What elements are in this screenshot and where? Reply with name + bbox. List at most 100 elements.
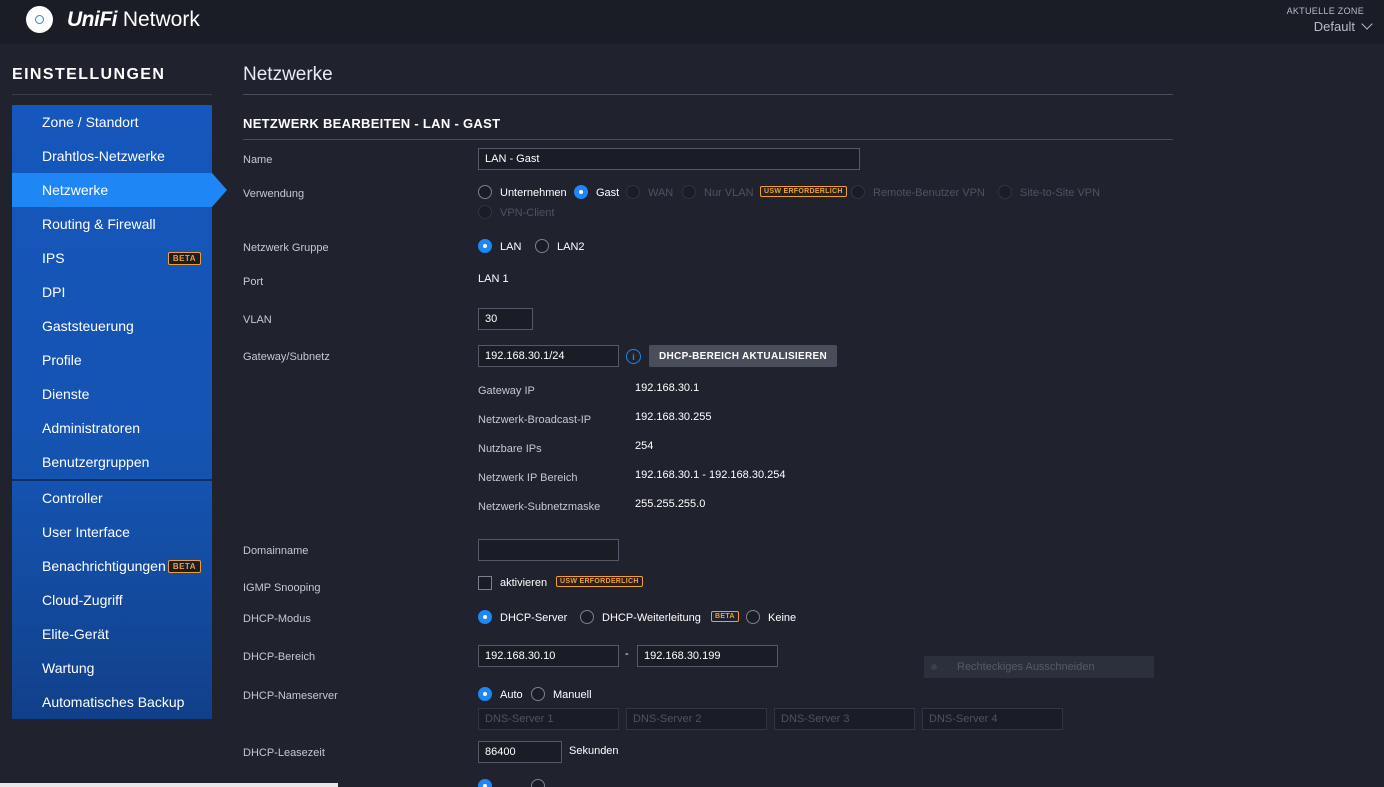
sidebar-item-label: Automatisches Backup [42,694,185,710]
purpose-radio-wan[interactable] [626,185,640,199]
network-group-label: Netzwerk Gruppe [243,242,329,254]
dhcp-mode-label: DHCP-Modus [243,613,311,625]
purpose-remote-vpn-label: Remote-Benutzer VPN [873,187,985,199]
purpose-corporate-label: Unternehmen [500,187,567,199]
sidebar-item-maintenance[interactable]: Wartung [12,651,212,685]
zone-selector[interactable]: Default [1313,18,1373,34]
sidebar-item-label: Profile [42,352,82,368]
usw-required-badge: USW ERFORDERLICH [556,576,643,587]
lease-time-input[interactable]: 86400 [478,741,562,763]
sidebar-item-label: IPS [42,250,65,266]
dot-icon [931,664,937,670]
lease-time-label: DHCP-Leasezeit [243,747,325,759]
igmp-checkbox[interactable] [478,576,492,590]
sidebar-divider [12,94,212,95]
sidebar-item-label: Netzwerke [42,182,109,198]
sidebar-item-label: Benachrichtigungen [42,558,166,574]
purpose-radio-site-vpn[interactable] [998,185,1012,199]
sidebar-item-routing[interactable]: Routing & Firewall [12,207,212,241]
page-title: Netzwerke [243,64,333,85]
purpose-radio-remote-vpn[interactable] [851,185,865,199]
lease-time-unit: Sekunden [569,745,619,757]
gateway-label: Gateway/Subnetz [243,351,330,363]
purpose-radio-vpn-client[interactable] [478,205,492,219]
sidebar-item-networks[interactable]: Netzwerke [12,173,227,207]
domain-input[interactable] [478,539,619,561]
zone-label: AKTUELLE ZONE [1286,6,1364,16]
purpose-vpn-client-label: VPN-Client [500,207,555,219]
next-row-radio-2[interactable] [531,779,545,787]
sidebar-item-dpi[interactable]: DPI [12,275,212,309]
next-row-radio[interactable] [478,779,492,787]
sidebar-item-user-groups[interactable]: Benutzergruppen [12,445,212,479]
sidebar-item-services[interactable]: Dienste [12,377,212,411]
port-value: LAN 1 [478,273,509,285]
dhcp-mode-radio-none[interactable] [746,610,760,624]
sidebar-group-controller: Controller User Interface Benachrichtigu… [12,481,212,719]
ghost-tooltip-text: Rechteckiges Ausschneiden [957,661,1095,673]
usable-ips-value: 254 [635,440,654,452]
broadcast-ip-value: 192.168.30.255 [635,411,712,423]
sidebar-item-auto-backup[interactable]: Automatisches Backup [12,685,212,719]
dns-server-3-input[interactable]: DNS-Server 3 [774,708,915,730]
ip-range-value: 192.168.30.1 - 192.168.30.254 [635,469,786,481]
dhcp-mode-none-label: Keine [768,612,797,624]
info-icon[interactable]: i [626,349,641,364]
usw-required-badge: USW ERFORDERLICH [760,186,847,197]
vlan-label: VLAN [243,314,272,326]
sidebar-item-elite-device[interactable]: Elite-Gerät [12,617,212,651]
brand-unifi: UniFi [67,8,118,31]
sidebar-item-controller[interactable]: Controller [12,481,212,515]
sidebar-item-label: Dienste [42,386,90,402]
dhcp-range-end-input[interactable]: 192.168.30.199 [637,645,778,667]
purpose-radio-vlan-only[interactable] [682,185,696,199]
chevron-down-icon [1361,18,1373,30]
vlan-input[interactable]: 30 [478,308,533,330]
sidebar-item-label: Administratoren [42,420,141,436]
nameserver-radio-auto[interactable] [478,687,492,701]
purpose-radio-guest[interactable] [574,185,588,199]
beta-badge: BETA [711,611,739,622]
gateway-ip-value: 192.168.30.1 [635,382,700,394]
sidebar-item-guest-control[interactable]: Gaststeuerung [12,309,212,343]
sidebar-item-ips[interactable]: IPS BETA [12,241,212,275]
nameserver-radio-manual[interactable] [531,687,545,701]
usable-ips-label: Nutzbare IPs [478,443,542,455]
name-input[interactable]: LAN - Gast [478,148,860,170]
sidebar-item-label: Elite-Gerät [42,626,109,642]
update-dhcp-range-button[interactable]: DHCP-BEREICH AKTUALISIEREN [649,345,837,367]
port-label: Port [243,276,264,288]
top-bar: UniFi Network AKTUELLE ZONE Default [0,0,1384,44]
sidebar-item-label: Zone / Standort [42,114,139,130]
dhcp-mode-server-label: DHCP-Server [500,612,568,624]
sidebar-item-wireless[interactable]: Drahtlos-Netzwerke [12,139,212,173]
zone-value: Default [1313,19,1355,34]
sidebar-item-notifications[interactable]: Benachrichtigungen BETA [12,549,212,583]
dns-server-2-input[interactable]: DNS-Server 2 [626,708,767,730]
sidebar-item-label: Cloud-Zugriff [42,592,123,608]
sidebar-item-user-interface[interactable]: User Interface [12,515,212,549]
sidebar-item-profiles[interactable]: Profile [12,343,212,377]
nameserver-auto-label: Auto [500,689,523,701]
network-group-radio-lan2[interactable] [535,239,549,253]
unifi-logo-icon[interactable] [26,6,53,33]
sidebar-item-cloud-access[interactable]: Cloud-Zugriff [12,583,212,617]
dhcp-range-start-input[interactable]: 192.168.30.10 [478,645,619,667]
gateway-ip-label: Gateway IP [478,385,535,397]
dns-server-4-input[interactable]: DNS-Server 4 [922,708,1063,730]
sidebar-item-zone[interactable]: Zone / Standort [12,105,212,139]
section-title: NETZWERK BEARBEITEN - LAN - GAST [243,116,501,131]
network-group-radio-lan[interactable] [478,239,492,253]
sidebar-item-label: Drahtlos-Netzwerke [42,148,165,164]
purpose-radio-corporate[interactable] [478,185,492,199]
dns-server-1-input[interactable]: DNS-Server 1 [478,708,619,730]
brand-network: Network [117,8,200,31]
purpose-guest-label: Gast [596,187,620,199]
dhcp-mode-radio-relay[interactable] [580,610,594,624]
dhcp-mode-radio-server[interactable] [478,610,492,624]
sidebar-item-admins[interactable]: Administratoren [12,411,212,445]
sidebar-title: EINSTELLUNGEN [12,66,166,83]
gateway-input[interactable]: 192.168.30.1/24 [478,345,619,367]
ghost-tooltip: Rechteckiges Ausschneiden [924,656,1154,678]
broadcast-ip-label: Netzwerk-Broadcast-IP [478,414,592,426]
